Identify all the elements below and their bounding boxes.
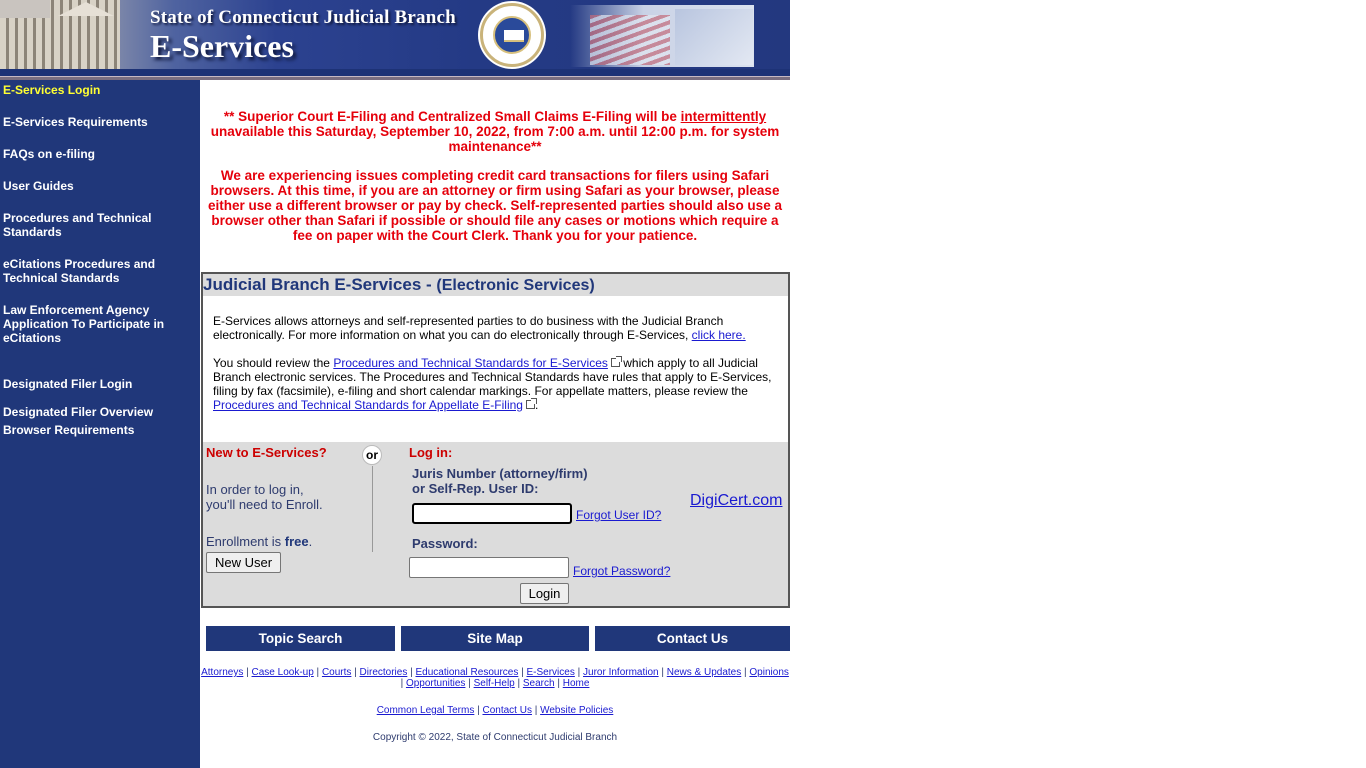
sidebar-item-ecitations-procedures[interactable]: eCitations Procedures and Technical Stan…	[3, 257, 163, 285]
site-map-button[interactable]: Site Map	[401, 626, 589, 651]
maintenance-alert: ** Superior Court E-Filing and Centraliz…	[200, 109, 790, 154]
forgot-user-id-link[interactable]: Forgot User ID?	[576, 508, 661, 522]
footer-links-primary: Attorneys | Case Look-up | Courts | Dire…	[201, 667, 789, 689]
sidebar-item-law-enforcement-application[interactable]: Law Enforcement Agency Application To Pa…	[3, 303, 173, 345]
eservices-description: E-Services allows attorneys and self-rep…	[203, 296, 788, 412]
login-heading: Log in:	[409, 445, 453, 460]
juris-label-line-2: or Self-Rep. User ID:	[412, 481, 539, 496]
sidebar-item-user-guides[interactable]: User Guides	[3, 179, 193, 193]
contact-us-button[interactable]: Contact Us	[595, 626, 790, 651]
enroll-instructions: In order to log in, you'll need to Enrol…	[206, 482, 323, 512]
safari-alert: We are experiencing issues completing cr…	[208, 168, 782, 243]
eservices-heading: Judicial Branch E-Services - (Electronic…	[203, 274, 788, 296]
enrollment-free-note: Enrollment is free.	[206, 534, 312, 549]
maintenance-alert-text: ** Superior Court E-Filing and Centraliz…	[223, 109, 681, 124]
header-divider	[0, 69, 790, 80]
courthouse-image	[0, 0, 120, 69]
footer-link-educational-resources[interactable]: Educational Resources	[416, 667, 519, 678]
eservices-heading-sub: (Electronic Services)	[436, 277, 595, 294]
footer-link-case-lookup[interactable]: Case Look-up	[252, 667, 314, 678]
appellate-standards-link[interactable]: Procedures and Technical Standards for A…	[213, 398, 523, 412]
sidebar-item-designated-filer-login[interactable]: Designated Filer Login	[3, 377, 193, 391]
click-here-link[interactable]: click here.	[692, 328, 746, 342]
enroll-free-end: .	[308, 534, 313, 549]
footer-link-self-help[interactable]: Self-Help	[474, 678, 515, 689]
footer-link-search[interactable]: Search	[523, 678, 555, 689]
footer-link-home[interactable]: Home	[563, 678, 590, 689]
footer-link-opinions[interactable]: Opinions	[749, 667, 788, 678]
login-button[interactable]: Login	[520, 583, 569, 604]
site-subtitle: E-Services	[150, 28, 294, 64]
sidebar-item-designated-filer-overview[interactable]: Designated Filer Overview	[3, 405, 193, 419]
external-link-icon	[610, 356, 622, 367]
footer-link-courts[interactable]: Courts	[322, 667, 351, 678]
sidebar-item-procedures[interactable]: Procedures and Technical Standards	[3, 211, 163, 239]
standards-text: You should review the	[213, 356, 334, 370]
enroll-line-2: you'll need to Enroll.	[206, 497, 323, 512]
new-user-heading: New to E-Services?	[206, 445, 327, 460]
site-title: State of Connecticut Judicial Branch	[150, 7, 456, 28]
sidebar: E-Services Login E-Services Requirements…	[0, 80, 200, 768]
enroll-free-text: Enrollment is	[206, 534, 285, 549]
footer-link-eservices[interactable]: E-Services	[527, 667, 575, 678]
login-panel: New to E-Services? In order to log in, y…	[203, 442, 788, 606]
new-user-button[interactable]: New User	[206, 552, 281, 573]
or-divider-badge: or	[362, 445, 382, 465]
footer-link-directories[interactable]: Directories	[360, 667, 408, 678]
footer-link-contact-us[interactable]: Contact Us	[482, 705, 531, 716]
external-link-icon	[525, 398, 537, 409]
header-banner: State of Connecticut Judicial Branch E-S…	[0, 0, 790, 80]
password-label: Password:	[412, 536, 478, 551]
forgot-password-link[interactable]: Forgot Password?	[573, 564, 670, 578]
enroll-free-word: free	[284, 534, 309, 549]
enroll-line-1: In order to log in,	[206, 482, 304, 497]
footer-link-common-legal-terms[interactable]: Common Legal Terms	[377, 705, 475, 716]
footer-links-secondary: Common Legal Terms | Contact Us | Websit…	[376, 705, 614, 716]
copyright: Copyright © 2022, State of Connecticut J…	[372, 732, 618, 743]
sidebar-item-eservices-login[interactable]: E-Services Login	[3, 83, 193, 97]
procedures-standards-link[interactable]: Procedures and Technical Standards for E…	[333, 356, 608, 370]
footer-link-news-updates[interactable]: News & Updates	[667, 667, 741, 678]
footer-link-opportunities[interactable]: Opportunities	[406, 678, 465, 689]
sidebar-item-browser-requirements[interactable]: Browser Requirements	[3, 423, 193, 437]
flags-image	[570, 5, 754, 67]
footer-link-website-policies[interactable]: Website Policies	[540, 705, 613, 716]
eservices-intro: E-Services allows attorneys and self-rep…	[213, 314, 778, 342]
eservices-panel: Judicial Branch E-Services - (Electronic…	[201, 272, 790, 608]
maintenance-alert-emphasis: intermittently	[680, 109, 767, 124]
password-input[interactable]	[409, 557, 569, 578]
juris-number-input[interactable]	[412, 503, 572, 524]
sidebar-item-eservices-requirements[interactable]: E-Services Requirements	[3, 115, 193, 129]
maintenance-alert-text-end: unavailable this Saturday, September 10,…	[210, 124, 780, 154]
footer-link-juror-information[interactable]: Juror Information	[583, 667, 659, 678]
eservices-heading-text: Judicial Branch E-Services -	[203, 275, 437, 294]
juris-label-line-1: Juris Number (attorney/firm)	[412, 466, 588, 481]
digicert-link[interactable]: DigiCert.com	[690, 492, 782, 510]
juris-number-label: Juris Number (attorney/firm) or Self-Rep…	[412, 466, 588, 496]
footer-link-attorneys[interactable]: Attorneys	[201, 667, 243, 678]
judicial-seal-icon	[480, 3, 544, 67]
or-divider-line	[372, 466, 373, 552]
eservices-standards: You should review the Procedures and Tec…	[213, 356, 778, 412]
intro-text: E-Services allows attorneys and self-rep…	[213, 314, 724, 342]
sidebar-item-faqs[interactable]: FAQs on e-filing	[3, 147, 193, 161]
topic-search-button[interactable]: Topic Search	[206, 626, 395, 651]
